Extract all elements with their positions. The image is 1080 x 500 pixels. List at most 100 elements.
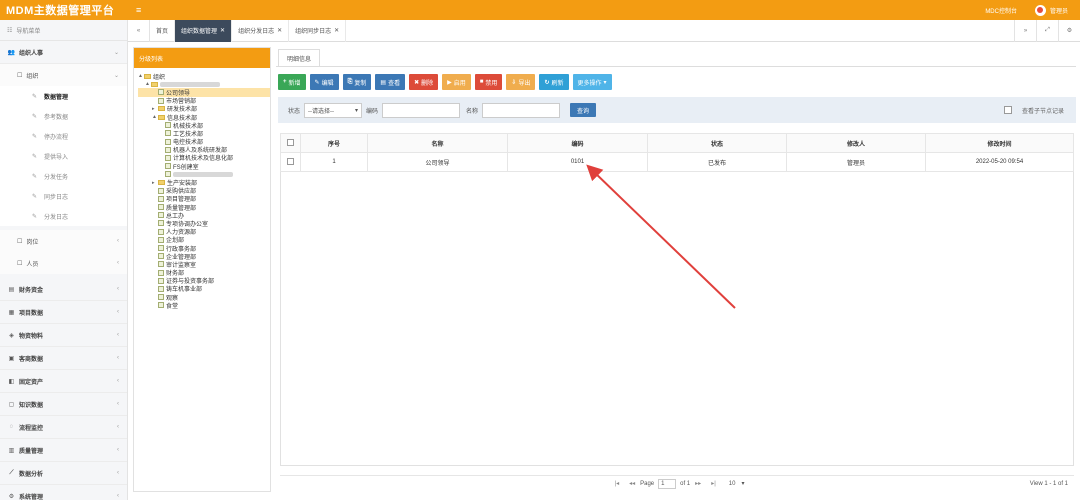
sidebar-leaf-data-manage[interactable]: ✎ 数据管理	[0, 86, 127, 106]
tree-node[interactable]: 人力资源部	[138, 228, 270, 236]
sidebar-item-quality[interactable]: ▥ 质量管理 ‹	[0, 439, 127, 462]
tree-node[interactable]	[138, 170, 270, 178]
disable-button[interactable]: ■ 禁用	[474, 74, 503, 90]
tab-org-dist-log[interactable]: 组织分发日志 ✕	[232, 19, 290, 42]
col-index[interactable]: 序号	[300, 133, 368, 153]
edit-button[interactable]: ✎ 编辑	[309, 74, 339, 90]
table-row[interactable]: 1 公司领导 0101 已发布 管理员 2022-05-20 09:54	[280, 152, 1074, 172]
sidebar-leaf-dist-task[interactable]: ✎ 分发任务	[0, 166, 127, 186]
sidebar-item-material[interactable]: ◈ 物资物料 ‹	[0, 324, 127, 347]
tree-node[interactable]: ▸ 研发技术部	[138, 105, 270, 114]
close-icon[interactable]: ✕	[220, 27, 225, 34]
tree-node[interactable]: 机械技术部	[138, 121, 270, 130]
col-modifier[interactable]: 修改人	[786, 133, 926, 153]
tree-node[interactable]: 专项协调办公室	[138, 219, 270, 228]
sidebar-item-project[interactable]: ▦ 项目数据 ‹	[0, 301, 127, 324]
user-name[interactable]: 管理员	[1050, 6, 1068, 15]
user-avatar[interactable]	[1034, 4, 1046, 16]
sidebar-leaf-dist-log[interactable]: ✎ 分发日志	[0, 206, 127, 226]
code-input[interactable]	[382, 102, 461, 118]
folder-icon	[158, 106, 165, 112]
hamburger-icon[interactable]: ≡	[136, 5, 141, 15]
system-console-link[interactable]: MDC控制台	[985, 6, 1017, 15]
col-name[interactable]: 名称	[367, 133, 508, 153]
gear-icon[interactable]: ⚙	[1058, 19, 1080, 42]
col-modified-time[interactable]: 修改时间	[925, 133, 1074, 153]
sidebar-item-knowledge[interactable]: ▢ 知识数据 ‹	[0, 393, 127, 416]
tree-header: 分级列表	[134, 48, 270, 68]
row-checkbox[interactable]	[280, 152, 301, 172]
tree-node[interactable]: 采购供应部	[138, 187, 270, 195]
sidebar-item-flow-monitor[interactable]: ◌ 流程监控 ‹	[0, 416, 127, 439]
tree-node[interactable]: 证券与投资事务部	[138, 277, 270, 285]
tree-node[interactable]: 铸车机事业部	[138, 285, 270, 293]
tree-node[interactable]: ▸ 生产安装部	[138, 178, 270, 188]
tree-node[interactable]: 市场营销部	[138, 97, 270, 105]
tree-node[interactable]: FS创建室	[138, 162, 270, 171]
chart-icon: ⟋	[9, 469, 14, 476]
fullscreen-icon[interactable]: ⤢	[1036, 19, 1058, 42]
col-code[interactable]: 编码	[507, 133, 648, 153]
tree-node[interactable]: 项目管理部	[138, 195, 270, 203]
prev-page-icon[interactable]: ◂◂	[629, 480, 635, 487]
sidebar-sub-org[interactable]: ☐ 组织 ⌄	[0, 64, 127, 86]
view-button[interactable]: ▤ 查看	[375, 74, 406, 90]
tree-node[interactable]: 食堂	[138, 301, 270, 310]
tab-detail-info[interactable]: 明细信息	[278, 49, 321, 66]
sidebar-item-org-hr[interactable]: 👥 组织人事 ⌄	[0, 41, 127, 64]
sidebar-item-system[interactable]: ⚙ 系统管理 ‹	[0, 485, 127, 500]
sidebar-item-analysis[interactable]: ⟋ 数据分析 ‹	[0, 462, 127, 485]
add-button[interactable]: + 新增	[278, 74, 306, 90]
copy-button[interactable]: ⎘ 复制	[342, 74, 372, 90]
tab-org-sync-log[interactable]: 组织同步日志 ✕	[289, 19, 347, 42]
page-icon	[158, 97, 164, 104]
sidebar-item-client[interactable]: ▣ 客商数据 ‹	[0, 347, 127, 370]
sidebar-leaf-ref-data[interactable]: ✎ 参考数据	[0, 106, 127, 126]
tree-node[interactable]: 企业管理部	[138, 252, 270, 261]
tree-node[interactable]: 行政事务部	[138, 244, 270, 253]
view-range-label: View 1 - 1 of 1	[1029, 480, 1068, 487]
tree-node[interactable]: 计算机技术及信息化部	[138, 154, 270, 162]
chevron-left-icon: ‹	[117, 260, 119, 266]
square-icon: ☐	[17, 72, 23, 79]
enable-button[interactable]: ▶ 启用	[442, 74, 471, 90]
next-page-icon[interactable]: ▸▸	[695, 480, 701, 487]
query-button[interactable]: 查询	[570, 103, 597, 117]
delete-button[interactable]: ✖ 删除	[409, 74, 439, 90]
sidebar-item-asset[interactable]: ◧ 固定资产 ‹	[0, 370, 127, 393]
name-input[interactable]	[482, 102, 561, 118]
sidebar-item-finance[interactable]: ▤ 财务资金 ‹	[0, 278, 127, 301]
refresh-button[interactable]: ↻ 刷新	[539, 74, 569, 90]
select-all-checkbox[interactable]	[280, 133, 301, 153]
last-page-icon[interactable]: ▸|	[711, 480, 716, 487]
sidebar-sub-person[interactable]: ☐ 人员 ‹	[0, 252, 127, 274]
close-icon[interactable]: ✕	[334, 27, 339, 34]
tree-node[interactable]: 质量管理部	[138, 203, 270, 212]
sidebar-leaf-sync-log[interactable]: ✎ 同步日志	[0, 186, 127, 206]
tree-node[interactable]: ▲ 信息技术部	[138, 113, 270, 122]
export-button[interactable]: ⇩ 导出	[506, 74, 536, 90]
tree-node[interactable]: ▲	[138, 80, 270, 88]
sidebar-sub-post[interactable]: ☐ 岗位 ‹	[0, 230, 127, 252]
tab-org-data[interactable]: 组织数据管理 ✕	[175, 19, 233, 42]
page-input[interactable]: 1	[658, 478, 677, 489]
tree-node[interactable]: 观察	[138, 293, 270, 302]
tab-scroll-left-icon[interactable]: «	[128, 19, 150, 42]
tab-scroll-right-icon[interactable]: »	[1014, 19, 1036, 42]
tree-node[interactable]: ▲ 组织	[138, 72, 270, 81]
tree-node[interactable]: 工艺技术部	[138, 129, 270, 138]
show-children-checkbox[interactable]	[1003, 106, 1012, 114]
sidebar-leaf-flow[interactable]: ✎ 停办流程	[0, 126, 127, 146]
close-icon[interactable]: ✕	[277, 27, 282, 34]
status-select[interactable]: --请选择-- ▾	[304, 102, 363, 118]
more-button[interactable]: 更多操作 ▾	[572, 74, 612, 90]
tree-node[interactable]: 企划部	[138, 236, 270, 244]
sidebar-leaf-import[interactable]: ✎ 提供导入	[0, 146, 127, 166]
col-status[interactable]: 状态	[647, 133, 787, 153]
pencil-icon: ✎	[32, 193, 38, 200]
tree-node[interactable]: 公司领导	[138, 88, 270, 97]
page-size-select[interactable]: 10 ▾	[729, 480, 745, 488]
tab-home[interactable]: 首页	[150, 19, 176, 42]
tree-node[interactable]: 审计监察室	[138, 260, 270, 269]
first-page-icon[interactable]: |◂	[615, 480, 620, 487]
